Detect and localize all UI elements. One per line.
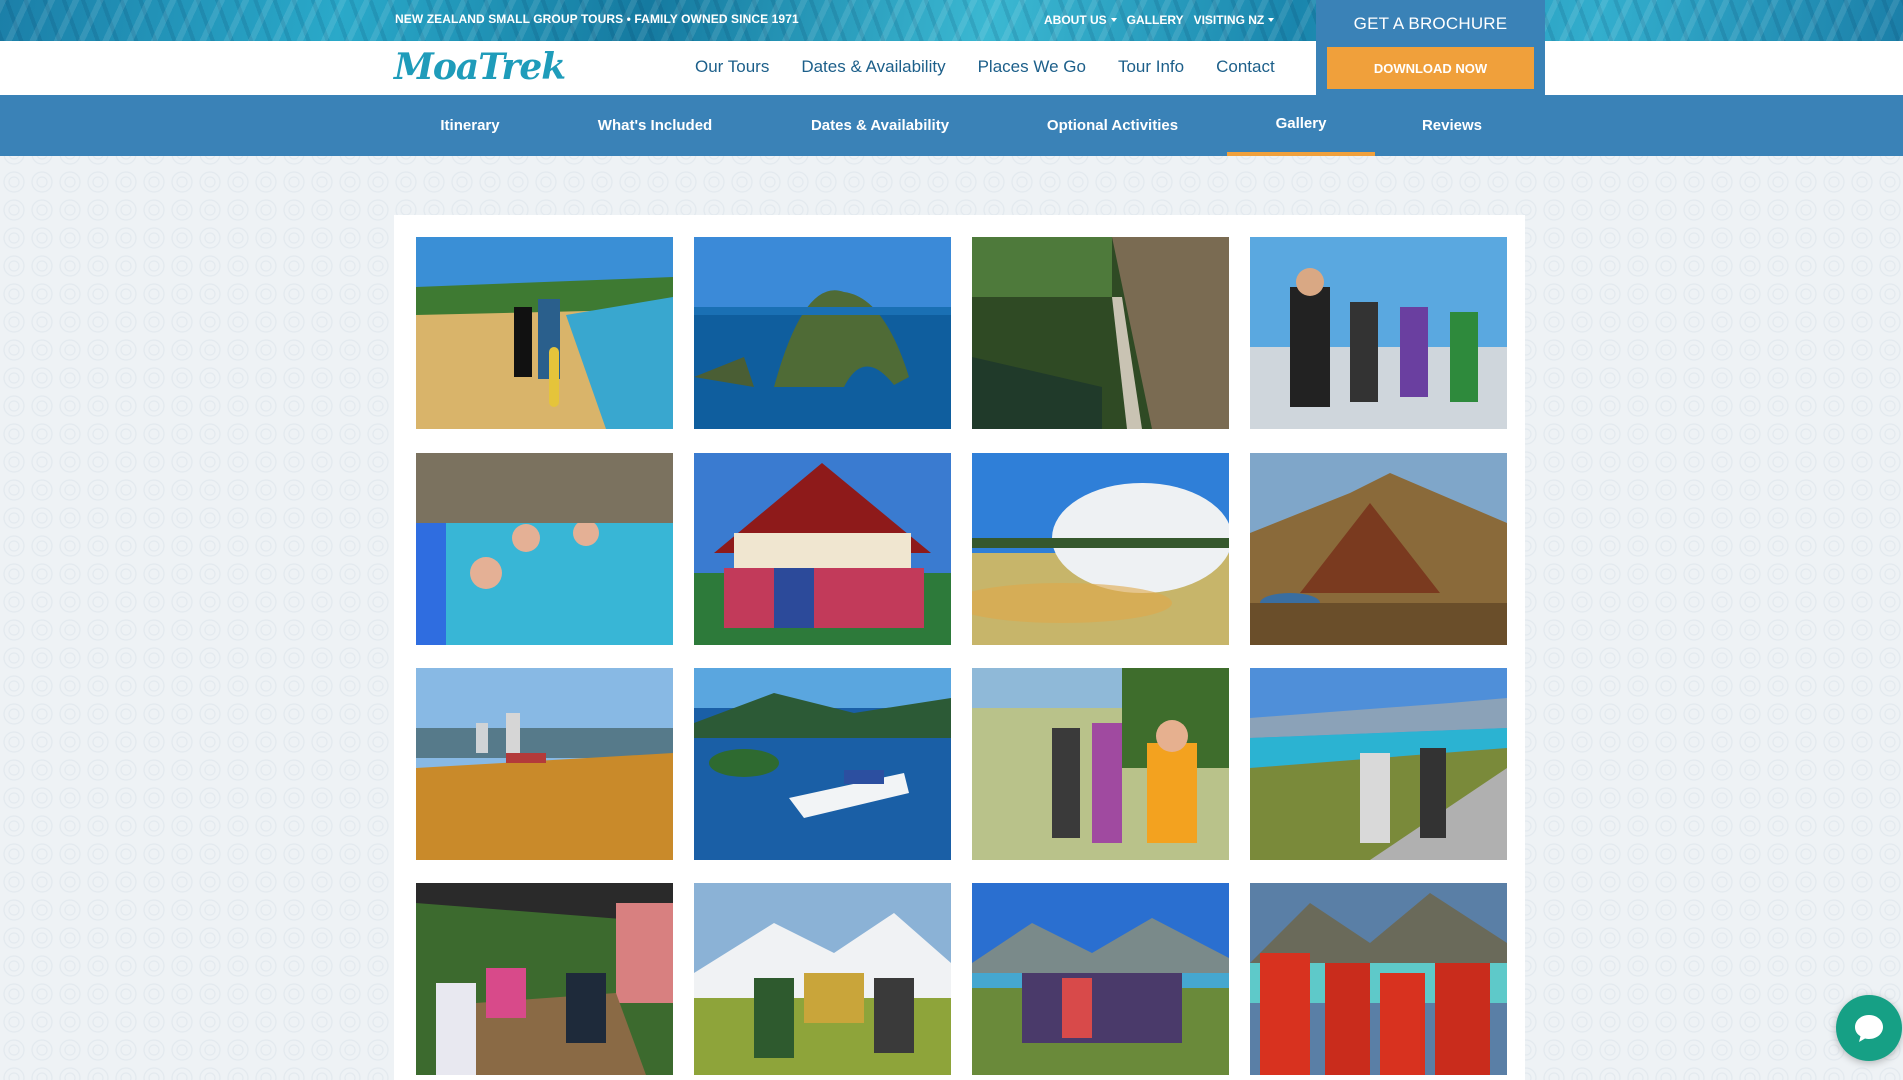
gallery-photo[interactable] (1250, 453, 1507, 645)
gallery-photo[interactable] (1250, 668, 1507, 860)
coastal-group-photo-icon (972, 668, 1229, 860)
mountain-lake-group-photo-icon (972, 883, 1229, 1075)
gallery-photo[interactable] (416, 237, 673, 429)
gallery-photo[interactable] (972, 883, 1229, 1075)
utility-link-visiting-nz[interactable]: VISITING NZ (1194, 13, 1275, 27)
main-navigation: Our Tours Dates & Availability Places We… (695, 57, 1275, 77)
rock-arch-photo-icon (694, 237, 951, 429)
logo-text: MoaTrek (394, 46, 566, 88)
caret-down-icon (1268, 18, 1275, 22)
tab-optional-activities[interactable]: Optional Activities (1030, 95, 1195, 156)
national-park-photo-icon (694, 883, 951, 1075)
gallery-panel (394, 215, 1525, 1080)
gallery-photo[interactable] (416, 883, 673, 1075)
city-view-photo-icon (416, 668, 673, 860)
site-logo[interactable]: MoaTrek (394, 46, 566, 88)
tab-gallery[interactable]: Gallery (1227, 95, 1375, 156)
coast-road-photo-icon (1250, 668, 1507, 860)
beach-photo-icon (416, 237, 673, 429)
gallery-photo[interactable] (1250, 883, 1507, 1075)
chat-bubble-icon (1855, 1015, 1883, 1042)
brochure-panel: GET A BROCHURE DOWNLOAD NOW (1316, 0, 1545, 101)
dining-group-photo-icon (416, 883, 673, 1075)
nav-our-tours[interactable]: Our Tours (695, 57, 769, 77)
utility-link-gallery[interactable]: GALLERY (1127, 13, 1184, 27)
ferry-photo-icon (694, 668, 951, 860)
utility-link-label: VISITING NZ (1193, 13, 1265, 27)
gallery-photo[interactable] (694, 237, 951, 429)
nav-tour-info[interactable]: Tour Info (1118, 57, 1184, 77)
cliff-walkway-photo-icon (972, 237, 1229, 429)
tab-dates-availability[interactable]: Dates & Availability (795, 95, 965, 156)
utility-link-about-us[interactable]: ABOUT US (1044, 13, 1117, 27)
top-utility-bar: NEW ZEALAND SMALL GROUP TOURS • FAMILY O… (0, 0, 1903, 41)
tab-itinerary[interactable]: Itinerary (420, 95, 520, 156)
nav-places-we-go[interactable]: Places We Go (978, 57, 1086, 77)
site-tagline: NEW ZEALAND SMALL GROUP TOURS • FAMILY O… (395, 12, 799, 26)
utility-link-label: GALLERY (1126, 13, 1184, 27)
geothermal-photo-icon (972, 453, 1229, 645)
nav-contact[interactable]: Contact (1216, 57, 1275, 77)
gallery-photo[interactable] (416, 453, 673, 645)
gallery-photo[interactable] (972, 237, 1229, 429)
tab-reviews[interactable]: Reviews (1402, 95, 1502, 156)
gallery-photo[interactable] (416, 668, 673, 860)
life-jacket-group-photo-icon (1250, 883, 1507, 1075)
download-brochure-button[interactable]: DOWNLOAD NOW (1327, 47, 1534, 89)
tab-whats-included[interactable]: What's Included (575, 95, 735, 156)
volcano-photo-icon (1250, 453, 1507, 645)
utility-link-label: ABOUT US (1044, 13, 1107, 27)
gallery-photo[interactable] (694, 453, 951, 645)
nav-dates-availability[interactable]: Dates & Availability (801, 57, 945, 77)
tour-subnav: Itinerary What's Included Dates & Availa… (0, 95, 1903, 156)
gallery-photo[interactable] (694, 883, 951, 1075)
gallery-photo[interactable] (694, 668, 951, 860)
chat-button[interactable] (1836, 995, 1902, 1061)
boat-group-photo-icon (1250, 237, 1507, 429)
hot-pool-photo-icon (416, 453, 673, 645)
gallery-photo[interactable] (972, 668, 1229, 860)
marae-group-photo-icon (694, 453, 951, 645)
gallery-photo[interactable] (1250, 237, 1507, 429)
caret-down-icon (1110, 18, 1117, 22)
gallery-photo[interactable] (972, 453, 1229, 645)
brochure-title: GET A BROCHURE (1353, 14, 1508, 33)
utility-nav: ABOUT US GALLERY VISITING NZ (1044, 13, 1275, 27)
